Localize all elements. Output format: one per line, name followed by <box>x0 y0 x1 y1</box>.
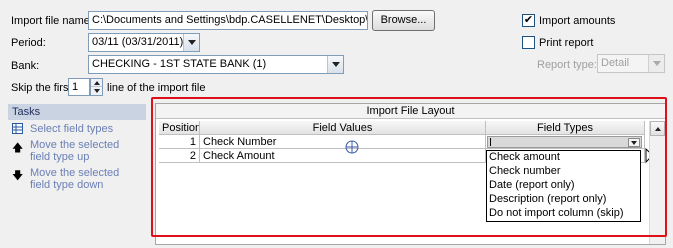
import-amounts-checkbox[interactable]: ✔ <box>522 14 535 27</box>
period-value: 03/11 (03/31/2011) <box>92 36 184 48</box>
checkmark-icon: ✔ <box>523 14 534 26</box>
period-select[interactable]: 03/11 (03/31/2011) <box>88 33 200 52</box>
report-type-label: Report type: <box>537 59 597 71</box>
import-file-input[interactable]: C:\Documents and Settings\bdp.CASELLENET… <box>88 11 368 30</box>
arrow-down-icon: 🡇 <box>12 170 24 182</box>
report-type-select[interactable]: Detail <box>597 54 665 73</box>
skip-lines-spinner[interactable] <box>90 78 103 96</box>
task-label: Move the selected field type up <box>30 139 120 163</box>
bank-value: CHECKING - 1ST STATE BANK (1) <box>92 58 267 70</box>
tasks-panel: Tasks Select field types 🡅 Move the sele… <box>8 104 146 244</box>
table-icon <box>12 123 23 137</box>
tasks-header: Tasks <box>8 104 146 120</box>
task-label: Select field types <box>30 123 114 135</box>
spin-down-icon[interactable] <box>91 87 102 95</box>
skip-lines-input[interactable]: 1 <box>68 78 90 96</box>
bank-select[interactable]: CHECKING - 1ST STATE BANK (1) <box>88 55 344 74</box>
arrow-up-icon: 🡅 <box>12 142 24 154</box>
chevron-down-icon[interactable] <box>648 55 664 72</box>
task-move-up[interactable]: 🡅 Move the selected field type up <box>12 139 144 165</box>
import-file-label: Import file name: <box>11 15 93 27</box>
skip-lines-suffix: line of the import file <box>107 82 206 94</box>
skip-lines-prefix: Skip the first <box>11 82 72 94</box>
import-amounts-label: Import amounts <box>539 15 616 27</box>
task-label: Move the selected field type down <box>30 167 120 191</box>
bank-label: Bank: <box>11 60 40 72</box>
chevron-down-icon[interactable] <box>327 56 343 73</box>
print-report-label: Print report <box>539 37 594 49</box>
report-type-value: Detail <box>601 57 630 69</box>
highlight-frame <box>151 97 667 237</box>
print-report-checkbox[interactable] <box>522 36 535 49</box>
task-move-down[interactable]: 🡇 Move the selected field type down <box>12 167 144 193</box>
chevron-down-icon[interactable] <box>183 34 199 51</box>
browse-button[interactable]: Browse... <box>372 10 435 31</box>
task-select-field-types[interactable]: Select field types <box>12 123 144 135</box>
spin-up-icon[interactable] <box>91 79 102 87</box>
period-label: Period: <box>11 37 46 49</box>
